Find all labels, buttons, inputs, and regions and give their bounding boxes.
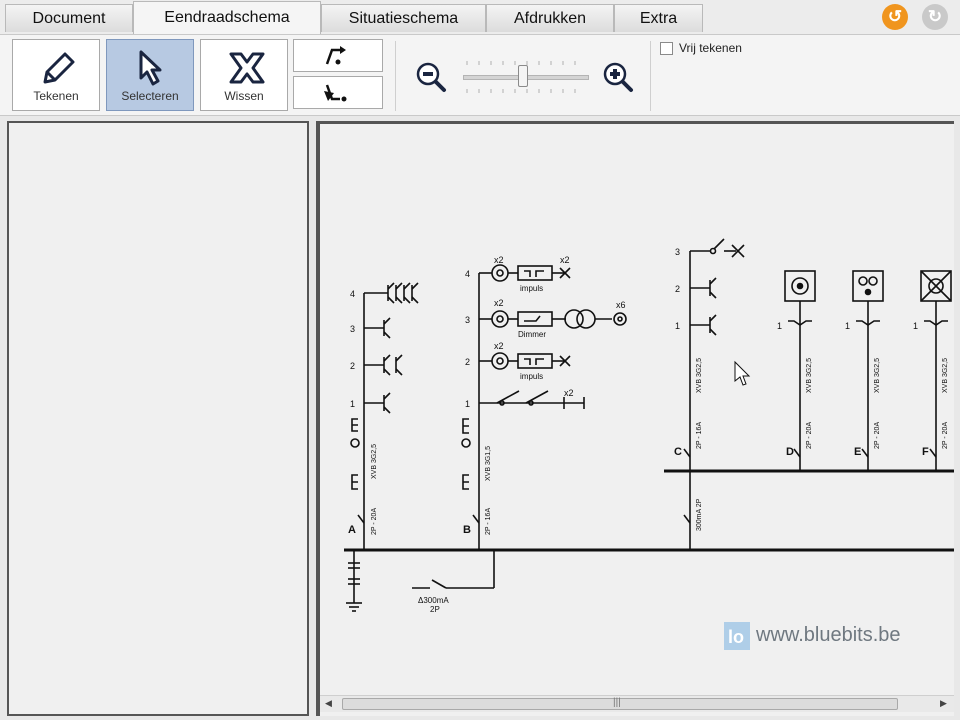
horizontal-scrollbar[interactable]: ◀ ||| ▶ (320, 695, 954, 712)
quantity-label: x2 (564, 388, 574, 398)
cable-label: XVB 3G2,5 (874, 358, 881, 393)
tab-eendraadschema[interactable]: Eendraadschema (133, 1, 321, 34)
mouse-cursor-icon (734, 360, 751, 386)
pencil-icon (43, 52, 75, 84)
circuit-label-c: C (674, 446, 682, 458)
scroll-thumb[interactable]: ||| (342, 697, 898, 710)
quantity-label: x2 (494, 255, 504, 265)
point-number-4: 4 (350, 289, 355, 299)
single-line-diagram: 4 3 2 1 4 3 2 1 3 2 1 1 1 1 x2 x2 x2 x6 … (344, 238, 954, 614)
cable-label: XVB 3G2,5 (942, 358, 949, 393)
breaker-rating: 2P - 16A (485, 508, 492, 535)
rcd-main-label: Δ300mA (418, 596, 449, 605)
point-number-2: 2 (465, 357, 470, 367)
cursor-arrow-icon (139, 50, 162, 86)
quantity-label: x6 (616, 300, 626, 310)
quantity-label: x2 (494, 341, 504, 351)
zoom-slider-thumb[interactable] (518, 65, 528, 87)
point-number-2: 2 (350, 361, 355, 371)
rcd-rating: 300mA 2P (696, 498, 703, 531)
breaker-rating: 2P - 20A (942, 422, 949, 449)
circuit-label-e: E (854, 446, 861, 458)
breaker-rating: 2P - 20A (806, 422, 813, 449)
watermark-text: www.bluebits.be (756, 624, 901, 646)
rcd-main-label: 2P (430, 605, 440, 614)
tekenen-button[interactable]: Tekenen (12, 39, 100, 111)
redo-icon[interactable]: ↻ (922, 4, 948, 30)
circuit-label-b: B (463, 524, 471, 536)
quantity-label: x2 (494, 298, 504, 308)
bluebits-logo-icon: lo (724, 622, 750, 650)
circuit-label-a: A (348, 524, 356, 536)
point-number-4: 4 (465, 269, 470, 279)
point-number-1: 1 (350, 399, 355, 409)
branch-up-button[interactable] (293, 39, 383, 72)
branch-down-button[interactable] (293, 76, 383, 109)
scroll-right-icon[interactable]: ▶ (940, 698, 947, 709)
impuls-label: impuls (520, 372, 543, 381)
undo-icon[interactable]: ↺ (882, 4, 908, 30)
toolbar-separator (395, 41, 396, 111)
delete-x-icon (229, 52, 265, 84)
breaker-rating: 2P - 20A (874, 422, 881, 449)
tab-afdrukken[interactable]: Afdrukken (486, 4, 614, 32)
point-number-1: 1 (465, 399, 470, 409)
tab-extra[interactable]: Extra (614, 4, 703, 32)
branch-up-icon (325, 46, 346, 65)
grip-icon: ||| (613, 697, 621, 708)
impuls-label: impuls (520, 284, 543, 293)
wissen-label: Wissen (224, 89, 264, 103)
point-number-1: 1 (913, 321, 918, 331)
point-number-3: 3 (350, 324, 355, 334)
toolbar-separator (650, 41, 651, 111)
quantity-label: x2 (560, 255, 570, 265)
breaker-rating: 2P - 20A (371, 508, 378, 535)
point-number-1: 1 (777, 321, 782, 331)
point-number-3: 3 (675, 247, 680, 257)
tab-situatieschema[interactable]: Situatieschema (321, 4, 486, 32)
point-number-1: 1 (675, 321, 680, 331)
cable-label: XVB 3G2,5 (806, 358, 813, 393)
vrij-tekenen-label[interactable]: Vrij tekenen (679, 41, 742, 55)
circuit-label-d: D (786, 446, 794, 458)
vrij-tekenen-checkbox[interactable] (660, 42, 673, 55)
tab-document[interactable]: Document (5, 4, 133, 32)
selecteren-label: Selecteren (121, 89, 179, 103)
selecteren-button[interactable]: Selecteren (106, 39, 194, 111)
circuit-label-f: F (922, 446, 929, 458)
bluebits-watermark: lo www.bluebits.be (724, 620, 934, 656)
toolbar: Tekenen Selecteren Wissen Vrij tekenen (0, 34, 960, 116)
properties-panel (7, 121, 309, 716)
cable-label: XVB 3G2,5 (371, 444, 378, 479)
dimmer-label: Dimmer (518, 330, 546, 339)
cable-label: XVB 3G2,5 (696, 358, 703, 393)
zoom-out-icon[interactable] (415, 61, 447, 93)
tab-bar: Document Eendraadschema Situatieschema A… (0, 0, 960, 34)
tekenen-label: Tekenen (33, 89, 79, 103)
point-number-1: 1 (845, 321, 850, 331)
wissen-button[interactable]: Wissen (200, 39, 288, 111)
cable-label: XVB 3G1,5 (485, 446, 492, 481)
point-number-2: 2 (675, 284, 680, 294)
zoom-in-icon[interactable] (602, 61, 634, 93)
branch-down-icon (324, 84, 347, 102)
scroll-left-icon[interactable]: ◀ (325, 698, 332, 709)
point-number-3: 3 (465, 315, 470, 325)
svg-text:lo: lo (728, 627, 744, 647)
breaker-rating: 2P - 16A (696, 422, 703, 449)
